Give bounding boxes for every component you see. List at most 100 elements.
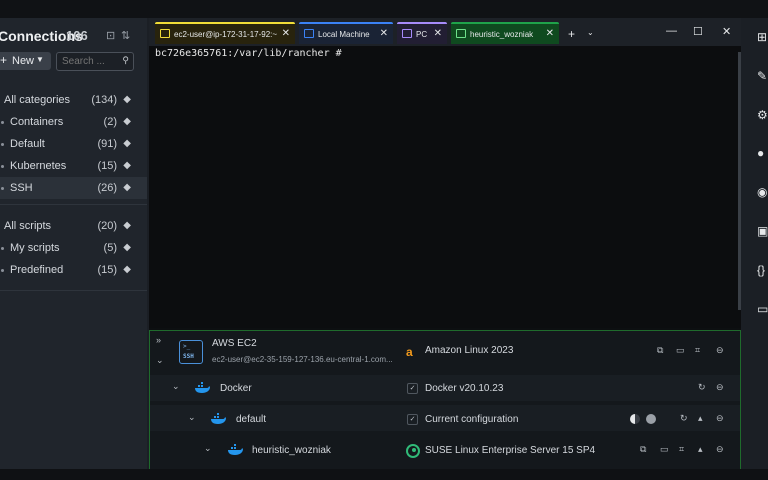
book-icon[interactable]: ▣ [757, 224, 768, 238]
ssh-icon-label: SSH [183, 353, 194, 360]
chat-icon[interactable]: ● [757, 146, 764, 160]
close-icon[interactable]: ✕ [434, 28, 442, 39]
aws-os: Amazon Linux 2023 [425, 345, 514, 356]
tab-label: heuristic_wozniak [470, 30, 534, 39]
copy-icon[interactable]: ⧉ [640, 444, 646, 455]
category-item-all[interactable]: All categories (134) ◆ [0, 89, 147, 111]
menu-icon[interactable]: ⊖ [716, 382, 724, 393]
tab-label: Local Machine [318, 30, 370, 39]
terminal-area[interactable]: bc726e365761:/var/lib/rancher # [149, 46, 741, 328]
refresh-icon[interactable]: ↻ [680, 413, 688, 424]
collapse-icon[interactable]: ⊡ [106, 29, 115, 42]
window-bottom-strip [0, 469, 768, 480]
script-item-my[interactable]: My scripts (5) ◆ [0, 237, 147, 259]
category-count: (2) [103, 116, 117, 128]
terminal-prompt: bc726e365761:/var/lib/rancher # [155, 48, 342, 59]
menu-icon[interactable]: ⊖ [716, 413, 724, 424]
close-icon[interactable]: ✕ [380, 28, 388, 39]
script-label: My scripts [10, 242, 60, 254]
chevron-down-icon[interactable]: ⌄ [587, 28, 594, 37]
tab-pc[interactable]: PC ✕ [397, 22, 447, 44]
docker-small-icon[interactable]: ▴ [698, 444, 703, 455]
category-label: Containers [10, 116, 64, 128]
docker-small-icon[interactable]: ▴ [698, 413, 703, 424]
chevron-down-icon[interactable]: ⌄ [188, 412, 196, 423]
terminal-scrollbar[interactable] [738, 52, 741, 310]
sort-icon[interactable]: ⇅ [121, 29, 130, 42]
tab-local-machine[interactable]: Local Machine ✕ [299, 22, 393, 44]
terminal-icon [456, 29, 466, 38]
default-title: default [236, 414, 267, 425]
diamond-icon[interactable]: ◆ [123, 138, 131, 149]
plus-icon: + [0, 53, 8, 67]
folder-icon[interactable]: ▭ [660, 444, 669, 455]
search-box[interactable]: ⚲ [56, 52, 134, 71]
folder-icon[interactable]: ▭ [676, 345, 685, 356]
chevron-down-icon: ▼ [36, 55, 44, 64]
pin-icon[interactable]: ✎ [757, 69, 767, 83]
diamond-icon[interactable]: ◆ [123, 242, 131, 253]
json-icon[interactable]: {} [757, 263, 765, 277]
github-icon[interactable]: ◉ [757, 185, 767, 199]
check-icon: ✓ [407, 414, 418, 425]
category-item-ssh[interactable]: SSH (26) ◆ [0, 177, 147, 199]
scan-icon[interactable]: ⌗ [679, 444, 684, 455]
maximize-icon[interactable]: ☐ [693, 25, 703, 38]
container-row: ⌄ heuristic_wozniak SUSE Linux Enterpris… [150, 435, 740, 465]
default-config: Current configuration [425, 414, 519, 425]
script-count: (5) [103, 242, 117, 254]
terminal-window: ec2-user@ip-172-31-17-92:~ ✕ Local Machi… [149, 18, 741, 469]
chevron-down-icon[interactable]: ⌄ [172, 381, 180, 392]
menu-icon[interactable]: ⊖ [716, 345, 724, 356]
refresh-icon[interactable]: ↻ [698, 382, 706, 393]
category-item-kubernetes[interactable]: Kubernetes (15) ◆ [0, 155, 147, 177]
monitor-icon[interactable]: ▭ [757, 302, 768, 316]
tab-label: PC [416, 30, 428, 39]
connection-count: 106 [66, 28, 88, 43]
aws-subtitle: ec2-user@ec2-35-159-127-136.eu-central-1… [212, 355, 393, 364]
diamond-icon[interactable]: ◆ [123, 160, 131, 171]
sidebar-header: Connections 106 ⊡ ⇅ [0, 26, 147, 52]
close-window-icon[interactable]: ✕ [722, 25, 731, 38]
window-top-strip [0, 0, 768, 18]
tab-heuristic-wozniak[interactable]: heuristic_wozniak ✕ [451, 22, 559, 44]
diamond-icon[interactable]: ◆ [123, 116, 131, 127]
script-label: Predefined [10, 264, 64, 276]
script-item-predefined[interactable]: Predefined (15) ◆ [0, 259, 147, 281]
scan-icon[interactable]: ⌗ [695, 345, 700, 356]
gear-icon[interactable]: ⚙ [757, 108, 768, 122]
category-label: Default [10, 138, 45, 150]
script-label: All scripts [4, 220, 52, 232]
bullet-icon [1, 121, 4, 124]
diamond-icon[interactable]: ◆ [123, 264, 131, 275]
close-icon[interactable]: ✕ [546, 28, 554, 39]
layout-icon[interactable]: ⊞ [757, 30, 767, 44]
chevron-down-icon[interactable]: ⌄ [156, 355, 164, 366]
expand-icon[interactable]: » [156, 335, 161, 345]
check-icon: ✓ [407, 383, 418, 394]
menu-icon[interactable]: ⊖ [716, 444, 724, 455]
category-label: Kubernetes [10, 160, 67, 172]
theme-toggle-icon[interactable] [630, 414, 640, 424]
diamond-icon[interactable]: ◆ [123, 182, 131, 193]
close-icon[interactable]: ✕ [282, 28, 290, 39]
terminal-icon [304, 29, 314, 38]
category-item-default[interactable]: Default (91) ◆ [0, 133, 147, 155]
diamond-icon[interactable]: ◆ [123, 220, 131, 231]
category-count: (91) [97, 138, 117, 150]
copy-icon[interactable]: ⧉ [657, 345, 663, 356]
tab-ec2-user[interactable]: ec2-user@ip-172-31-17-92:~ ✕ [155, 22, 295, 44]
diamond-icon[interactable]: ◆ [123, 94, 131, 105]
default-row: ⌄ default ✓ Current configuration ↻ ▴ ⊖ [150, 405, 740, 431]
bullet-icon [1, 143, 4, 146]
new-tab-icon[interactable]: + [568, 27, 575, 41]
minimize-icon[interactable]: — [666, 25, 677, 37]
search-input[interactable] [62, 54, 116, 68]
search-icon[interactable]: ⚲ [122, 55, 129, 66]
script-item-all[interactable]: All scripts (20) ◆ [0, 215, 147, 237]
amazon-icon: a [406, 345, 413, 359]
chevron-down-icon[interactable]: ⌄ [204, 443, 212, 454]
category-item-containers[interactable]: Containers (2) ◆ [0, 111, 147, 133]
connections-sidebar: Connections 106 ⊡ ⇅ + New ▼ ⚲ All catego… [0, 18, 147, 469]
new-button[interactable]: + New ▼ [0, 52, 51, 70]
